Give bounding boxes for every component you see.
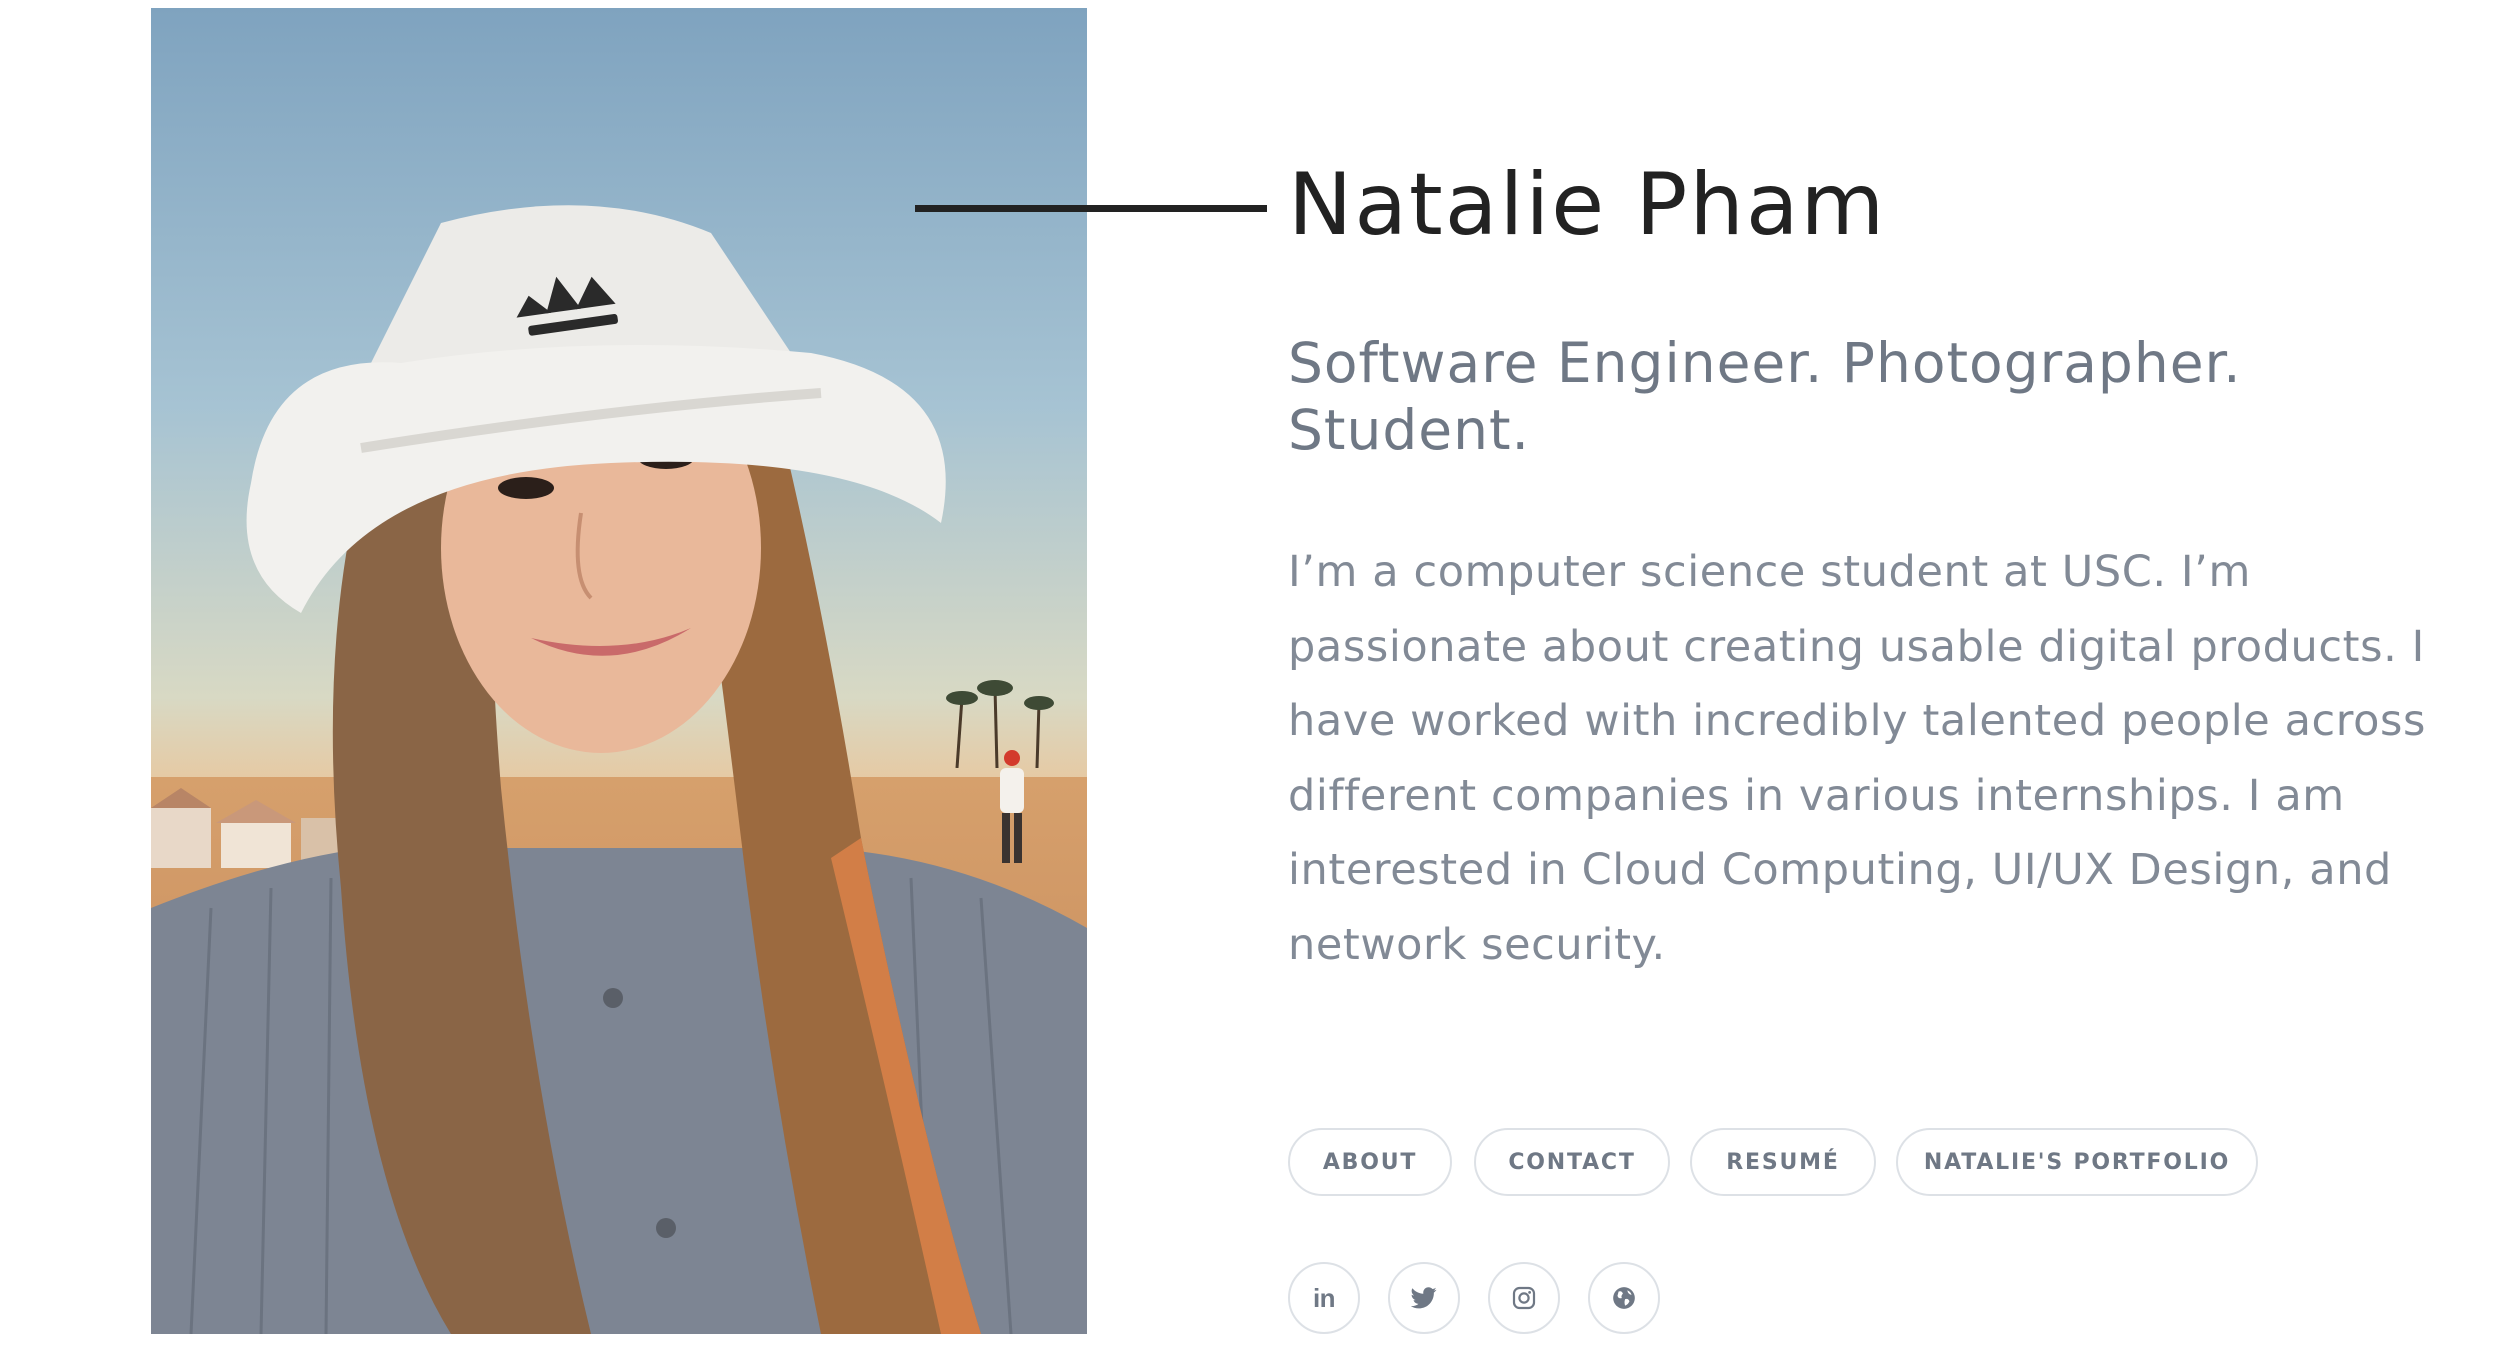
- tagline: Software Engineer. Photographer. Student…: [1288, 331, 2242, 462]
- instagram-icon: [1512, 1286, 1536, 1310]
- page-title: Natalie Pham: [1288, 155, 1887, 255]
- twitter-icon: [1411, 1287, 1437, 1309]
- linkedin-icon: in: [1312, 1283, 1336, 1313]
- resume-button[interactable]: RESUMÉ: [1690, 1128, 1876, 1196]
- instagram-link[interactable]: [1488, 1262, 1560, 1334]
- website-link[interactable]: [1588, 1262, 1660, 1334]
- bio-paragraph: I’m a computer science student at USC. I…: [1288, 547, 2427, 970]
- twitter-link[interactable]: [1388, 1262, 1460, 1334]
- photo-bucket-hat: [246, 205, 946, 613]
- globe-icon: [1613, 1287, 1635, 1309]
- about-button[interactable]: ABOUT: [1288, 1128, 1452, 1196]
- linkedin-link[interactable]: in: [1288, 1262, 1360, 1334]
- contact-button[interactable]: CONTACT: [1474, 1128, 1670, 1196]
- portfolio-button[interactable]: NATALIE'S PORTFOLIO: [1896, 1128, 2258, 1196]
- title-rule: [915, 205, 1267, 212]
